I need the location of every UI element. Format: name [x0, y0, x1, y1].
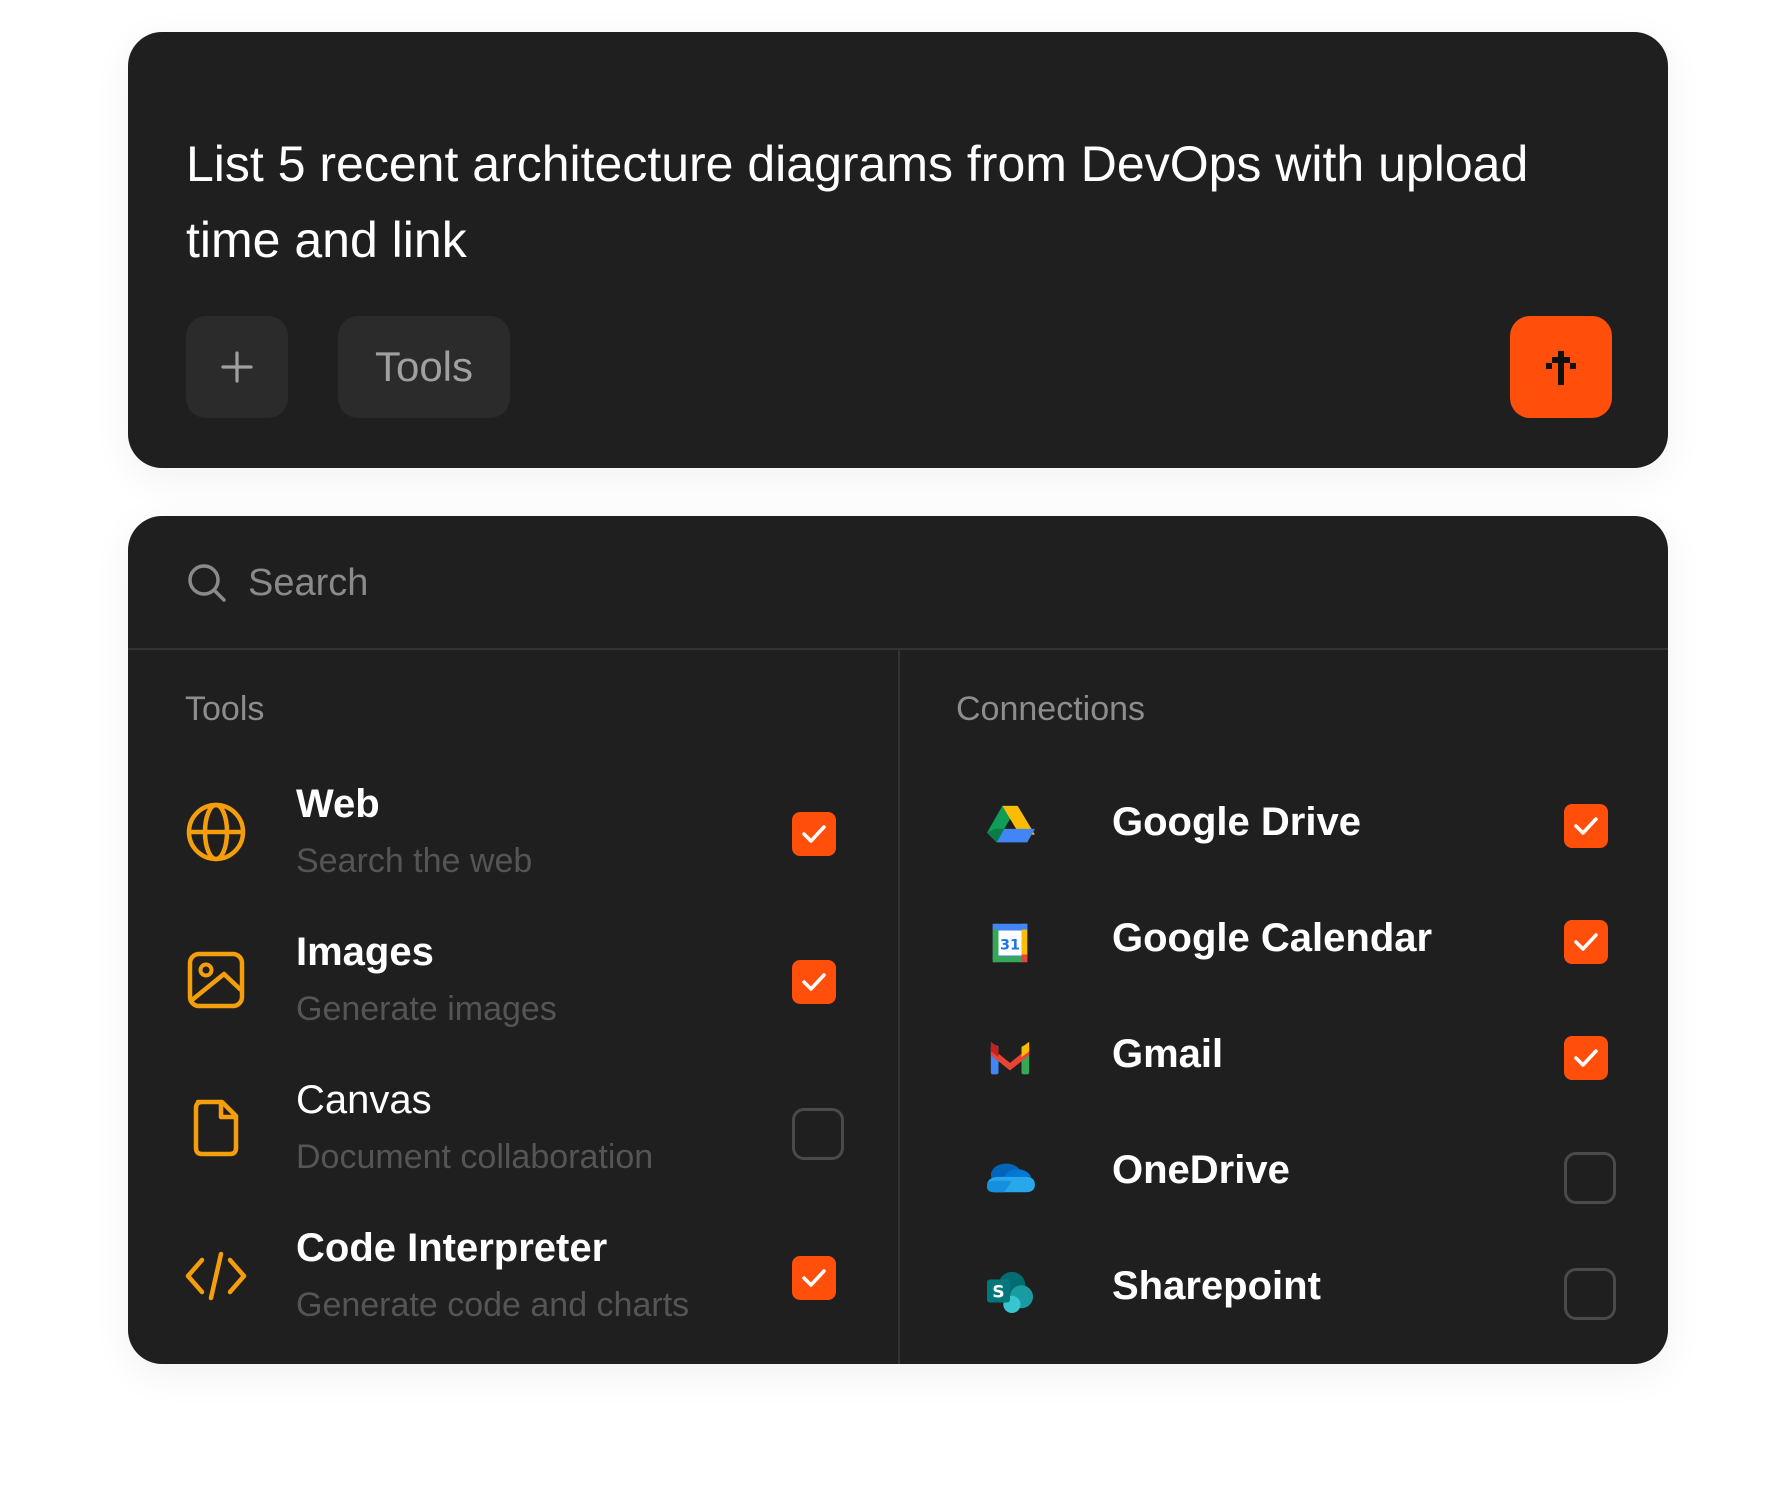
- arrow-up-icon: [1546, 351, 1576, 385]
- search-bar: [128, 516, 1668, 650]
- prompt-text[interactable]: List 5 recent architecture diagrams from…: [186, 126, 1566, 278]
- send-button[interactable]: [1510, 316, 1612, 418]
- tool-checkbox-images[interactable]: [792, 960, 836, 1004]
- document-icon: [193, 1099, 239, 1157]
- prompt-composer: List 5 recent architecture diagrams from…: [128, 32, 1668, 468]
- connection-item-onedrive[interactable]: OneDrive: [900, 1116, 1668, 1232]
- checkmark-icon: [802, 825, 826, 843]
- checkmark-icon: [1574, 933, 1598, 951]
- checkmark-icon: [1574, 1049, 1598, 1067]
- connection-checkbox-google-drive[interactable]: [1564, 804, 1608, 848]
- svg-text:31: 31: [1000, 938, 1020, 954]
- plus-icon: [221, 351, 253, 383]
- tool-name: Code Interpreter: [296, 1226, 608, 1270]
- tool-item-canvas[interactable]: Canvas Document collaboration: [128, 1066, 898, 1214]
- tool-checkbox-web[interactable]: [792, 812, 836, 856]
- connection-name: Google Drive: [1112, 800, 1361, 844]
- tools-button[interactable]: Tools: [338, 316, 510, 418]
- tools-section-title: Tools: [185, 690, 265, 728]
- connection-checkbox-gmail[interactable]: [1564, 1036, 1608, 1080]
- tool-description: Generate images: [296, 990, 557, 1028]
- code-icon: [185, 1251, 247, 1301]
- search-input[interactable]: [246, 550, 1050, 616]
- svg-text:S: S: [992, 1283, 1004, 1303]
- tool-checkbox-code-interpreter[interactable]: [792, 1256, 836, 1300]
- connection-name: OneDrive: [1112, 1148, 1290, 1192]
- tool-description: Search the web: [296, 842, 533, 880]
- tools-panel: Tools Connections Web Search the web Ima…: [128, 516, 1668, 1364]
- checkmark-icon: [1574, 817, 1598, 835]
- search-icon: [188, 564, 226, 602]
- google-drive-icon: [987, 805, 1035, 843]
- tool-name: Web: [296, 782, 380, 826]
- tool-item-web[interactable]: Web Search the web: [128, 770, 898, 918]
- connection-name: Gmail: [1112, 1032, 1224, 1076]
- connections-section-title: Connections: [956, 690, 1146, 728]
- add-attachment-button[interactable]: [186, 316, 288, 418]
- connection-item-sharepoint[interactable]: S Sharepoint: [900, 1232, 1668, 1348]
- onedrive-icon: [987, 1163, 1035, 1193]
- image-icon: [187, 951, 245, 1009]
- tool-description: Document collaboration: [296, 1138, 654, 1176]
- connection-checkbox-onedrive[interactable]: [1564, 1152, 1616, 1204]
- connection-item-google-calendar[interactable]: 31 Google Calendar: [900, 884, 1668, 1000]
- google-calendar-icon: 31: [992, 923, 1028, 963]
- tool-description: Generate code and charts: [296, 1286, 690, 1324]
- connection-checkbox-sharepoint[interactable]: [1564, 1268, 1616, 1320]
- connection-name: Sharepoint: [1112, 1264, 1321, 1308]
- connection-checkbox-google-calendar[interactable]: [1564, 920, 1608, 964]
- tool-checkbox-canvas[interactable]: [792, 1108, 844, 1160]
- gmail-icon: [990, 1041, 1030, 1075]
- tool-name: Canvas: [296, 1078, 432, 1122]
- globe-icon: [186, 802, 246, 862]
- checkmark-icon: [802, 973, 826, 991]
- connection-name: Google Calendar: [1112, 916, 1433, 960]
- tool-name: Images: [296, 930, 434, 974]
- connection-item-google-drive[interactable]: Google Drive: [900, 768, 1668, 884]
- tool-item-code-interpreter[interactable]: Code Interpreter Generate code and chart…: [128, 1214, 898, 1362]
- tool-item-images[interactable]: Images Generate images: [128, 918, 898, 1066]
- connection-item-gmail[interactable]: Gmail: [900, 1000, 1668, 1116]
- sharepoint-icon: S: [987, 1271, 1033, 1314]
- checkmark-icon: [802, 1269, 826, 1287]
- tools-button-label: Tools: [374, 343, 474, 390]
